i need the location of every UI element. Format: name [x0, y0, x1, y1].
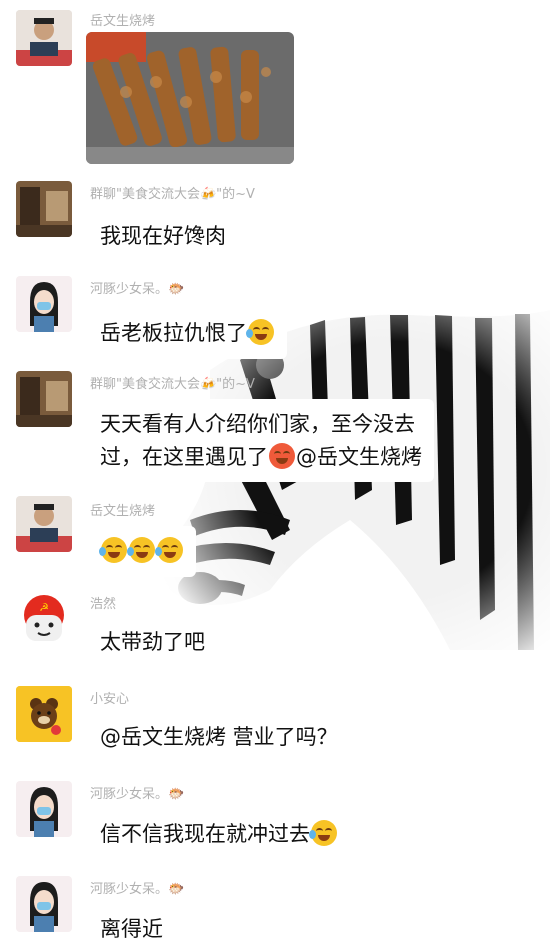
chat-message: 河豚少女呆。🐡 信不信我现在就冲过去	[0, 775, 550, 870]
chat-message: 群聊"美食交流大会🍻"的~V 天天看有人介绍你们家，至今没去 过，在这里遇见了 @…	[0, 365, 550, 490]
mention-link[interactable]: @岳文生烧烤	[296, 445, 422, 469]
bbq-skewers-photo[interactable]	[86, 32, 294, 164]
message-bubble[interactable]: 我现在好馋肉	[88, 211, 238, 262]
message-text-line: 天天看有人介绍你们家，至今没去	[100, 412, 415, 436]
chat-message: 河豚少女呆。🐡 离得近	[0, 870, 550, 938]
angry-emoji-icon	[269, 442, 295, 469]
man-portrait-avatar[interactable]	[16, 10, 72, 66]
message-text: 信不信我现在就冲过去	[100, 822, 310, 846]
chat-message: ☭ 浩然 太带劲了吧	[0, 585, 550, 680]
chat-message: 岳文生烧烤	[0, 490, 550, 585]
crying-emoji-icon	[246, 319, 274, 345]
crying-emoji-icon	[127, 537, 155, 563]
message-bubble[interactable]: 信不信我现在就冲过去	[88, 809, 350, 860]
sender-name: 河豚少女呆。🐡	[90, 882, 185, 897]
girl-drawing-avatar[interactable]	[16, 876, 72, 932]
crying-emoji-icon	[99, 537, 127, 563]
sender-name: 群聊"美食交流大会🍻"的~V	[90, 377, 255, 392]
sender-name: 河豚少女呆。🐡	[90, 787, 185, 802]
message-bubble[interactable]	[88, 526, 196, 577]
sender-name: 浩然	[90, 597, 117, 612]
sender-name: 岳文生烧烤	[90, 504, 156, 519]
message-bubble[interactable]: 岳老板拉仇恨了	[88, 308, 287, 359]
svg-text:☭: ☭	[39, 601, 49, 614]
room-photo-avatar[interactable]	[16, 181, 72, 237]
chat-message: 群聊"美食交流大会🍻"的~V 我现在好馋肉	[0, 175, 550, 270]
chat-message: 岳文生烧烤	[0, 0, 550, 175]
chat-message: 河豚少女呆。🐡 岳老板拉仇恨了	[0, 270, 550, 365]
brown-bear-avatar[interactable]	[16, 686, 72, 742]
message-bubble[interactable]: @岳文生烧烤 营业了吗？	[88, 712, 350, 763]
girl-drawing-avatar[interactable]	[16, 781, 72, 837]
chat-message-list[interactable]: 岳文生烧烤 群聊"美食交流大会🍻"的~V 我现在好馋肉 河豚少女呆。🐡 岳老板拉…	[0, 0, 550, 938]
cartoon-face-avatar[interactable]: ☭	[16, 591, 72, 647]
girl-drawing-avatar[interactable]	[16, 276, 72, 332]
message-bubble[interactable]: 天天看有人介绍你们家，至今没去 过，在这里遇见了 @岳文生烧烤	[88, 399, 434, 483]
message-text: 岳老板拉仇恨了	[100, 321, 247, 345]
sender-name: 群聊"美食交流大会🍻"的~V	[90, 187, 255, 202]
sender-name: 河豚少女呆。🐡	[90, 282, 185, 297]
message-bubble[interactable]: 离得近	[88, 904, 175, 938]
message-text: 过，在这里遇见了	[100, 444, 268, 469]
chat-message: 小安心 @岳文生烧烤 营业了吗？	[0, 680, 550, 775]
laughing-tears-emoji-icon	[155, 537, 183, 563]
room-photo-avatar[interactable]	[16, 371, 72, 427]
man-portrait-avatar[interactable]	[16, 496, 72, 552]
laughing-tears-emoji-icon	[309, 820, 337, 846]
sender-name: 岳文生烧烤	[90, 14, 156, 29]
sender-name: 小安心	[90, 692, 130, 707]
message-bubble[interactable]: 太带劲了吧	[88, 617, 217, 668]
